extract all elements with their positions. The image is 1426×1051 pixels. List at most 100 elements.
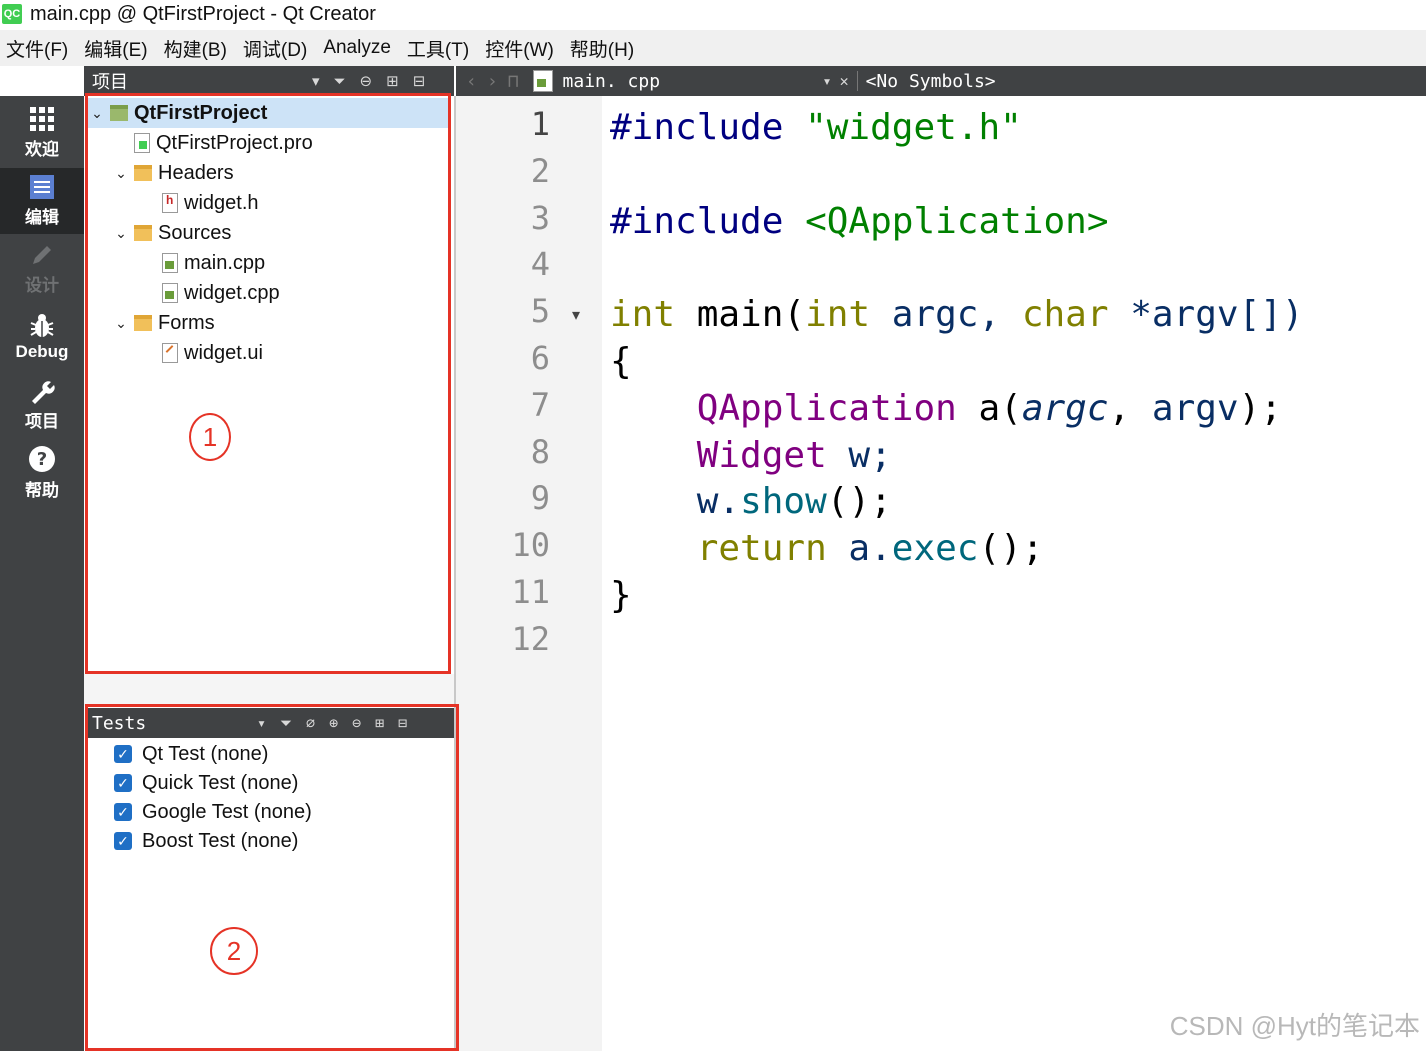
link-icon[interactable]: ⊖ — [360, 72, 373, 90]
code-token: char — [1021, 294, 1131, 336]
open-file-name[interactable]: main. cpp — [563, 71, 823, 92]
menu-controls[interactable]: 控件(W) — [485, 33, 554, 64]
code-token: { — [610, 341, 632, 382]
tests-panel-title: Tests — [92, 712, 147, 734]
code-token: w. — [696, 481, 741, 523]
filter-icon[interactable]: ⏷ — [334, 73, 346, 90]
run-icon[interactable]: ⌀ — [306, 714, 315, 732]
code-line[interactable]: int main(int argc, char *argv[]) — [610, 292, 1304, 338]
tree-item-forms[interactable]: ⌄ Forms — [86, 308, 474, 338]
code-line[interactable]: } — [610, 573, 632, 619]
mode-debug[interactable]: Debug — [0, 304, 84, 370]
split-icon[interactable]: ⊞ — [386, 72, 399, 90]
header-file-icon — [162, 193, 178, 213]
code-line[interactable]: w.show(); — [610, 479, 892, 525]
checkbox-checked[interactable]: ✓ — [114, 803, 132, 821]
mode-edit[interactable]: 编辑 — [0, 168, 84, 234]
expand-arrow-icon[interactable]: ⌄ — [90, 105, 104, 122]
tests-panel-toolbar: Tests ▾ ⏷ ⌀ ⊕ ⊖ ⊞ ⊟ — [86, 708, 454, 738]
menu-file[interactable]: 文件(F) — [6, 33, 68, 64]
code-token: argc — [1021, 387, 1109, 429]
expand-arrow-icon[interactable]: ⌄ — [114, 225, 128, 242]
folder-icon — [134, 225, 152, 241]
menu-help[interactable]: 帮助(H) — [570, 33, 634, 64]
expand-arrow-icon[interactable]: ⌄ — [114, 315, 128, 332]
line-number: 12 — [511, 619, 550, 658]
test-item-label: Google Test (none) — [142, 800, 312, 823]
window-title: main.cpp @ QtFirstProject - Qt Creator — [30, 2, 376, 25]
mode-help[interactable]: ? 帮助 — [0, 440, 84, 506]
menu-edit[interactable]: 编辑(E) — [84, 33, 147, 64]
fold-arrow-icon[interactable]: ▾ — [572, 305, 580, 325]
menu-tools[interactable]: 工具(T) — [407, 33, 469, 64]
cpp-file-icon — [162, 283, 178, 303]
test-item-google[interactable]: ✓ Google Test (none) — [86, 798, 312, 826]
menu-build[interactable]: 构建(B) — [164, 33, 227, 64]
help-icon: ? — [29, 446, 55, 472]
checkbox-checked[interactable]: ✓ — [114, 832, 132, 850]
forward-arrow-icon[interactable]: › — [487, 71, 498, 92]
symbols-dropdown[interactable]: <No Symbols> — [866, 71, 996, 92]
annotation-circle-2: 2 — [210, 927, 258, 975]
expand-all-icon[interactable]: ⊕ — [329, 714, 338, 732]
checkbox-checked[interactable]: ✓ — [114, 774, 132, 792]
line-number: 4 — [530, 245, 550, 284]
menu-analyze[interactable]: Analyze — [323, 35, 391, 61]
tree-item-widget-ui[interactable]: widget.ui — [86, 338, 516, 368]
code-token: *argv[]) — [1130, 294, 1304, 336]
tree-item-project[interactable]: ⌄ QtFirstProject — [86, 98, 450, 128]
code-token: int — [805, 294, 892, 336]
chevron-down-icon[interactable]: ▾ — [312, 72, 320, 90]
collapse-all-icon[interactable]: ⊖ — [352, 714, 361, 732]
mode-help-label: 帮助 — [25, 481, 59, 500]
line-number: 2 — [530, 151, 550, 190]
filter-icon[interactable]: ⏷ — [280, 714, 292, 732]
mode-design-label: 设计 — [25, 276, 59, 295]
tree-item-widget-h[interactable]: widget.h — [86, 188, 516, 218]
pro-file-icon — [134, 133, 150, 153]
tree-item-sources[interactable]: ⌄ Sources — [86, 218, 474, 248]
project-panel-toolbar: 项目 ▾ ⏷ ⊖ ⊞ ⊟ — [84, 66, 454, 96]
menu-debug[interactable]: 调试(D) — [243, 33, 307, 64]
close-panel-icon[interactable]: ⊟ — [413, 72, 426, 90]
project-folder-icon — [110, 105, 128, 121]
tree-item-label: main.cpp — [184, 251, 266, 274]
code-token: #include — [610, 200, 806, 242]
test-item-qt[interactable]: ✓ Qt Test (none) — [86, 740, 268, 768]
code-line[interactable]: return a.exec(); — [610, 526, 1044, 572]
tree-item-label: QtFirstProject.pro — [156, 131, 313, 154]
panel-divider[interactable] — [84, 674, 456, 706]
expand-arrow-icon[interactable]: ⌄ — [114, 165, 128, 182]
line-number: 8 — [530, 432, 550, 471]
tree-item-headers[interactable]: ⌄ Headers — [86, 158, 474, 188]
folder-icon — [134, 165, 152, 181]
code-line[interactable]: #include <QApplication> — [610, 199, 1109, 245]
code-line[interactable]: QApplication a(argc, argv); — [610, 386, 1282, 432]
mode-projects[interactable]: 项目 — [0, 372, 84, 438]
mode-welcome[interactable]: 欢迎 — [0, 100, 84, 166]
tree-item-main-cpp[interactable]: main.cpp — [86, 248, 516, 278]
split-icon[interactable]: ⊞ — [375, 714, 384, 732]
mode-projects-label: 项目 — [25, 412, 59, 431]
bug-icon — [30, 313, 54, 337]
tree-item-label: QtFirstProject — [134, 101, 268, 124]
back-arrow-icon[interactable]: ‹ — [466, 71, 477, 92]
code-token: ); — [1238, 387, 1282, 429]
tree-item-pro-file[interactable]: QtFirstProject.pro — [86, 128, 488, 158]
tree-item-label: widget.cpp — [184, 281, 280, 304]
code-line[interactable]: { — [610, 339, 632, 385]
close-panel-icon[interactable]: ⊟ — [398, 714, 407, 732]
test-item-quick[interactable]: ✓ Quick Test (none) — [86, 769, 298, 797]
test-item-boost[interactable]: ✓ Boost Test (none) — [86, 827, 298, 855]
file-dropdown-icon[interactable]: ▾ — [823, 72, 832, 90]
editor-toolbar: ‹ › ⊓ main. cpp ▾ ✕ <No Symbols> — [456, 66, 1426, 96]
code-line[interactable]: #include "widget.h" — [610, 105, 1022, 151]
close-file-icon[interactable]: ✕ — [840, 72, 849, 90]
chevron-down-icon[interactable]: ▾ — [257, 714, 266, 732]
code-token: show — [740, 481, 827, 523]
checkbox-checked[interactable]: ✓ — [114, 745, 132, 763]
code-line[interactable]: Widget w; — [610, 433, 892, 479]
tree-item-widget-cpp[interactable]: widget.cpp — [86, 278, 516, 308]
